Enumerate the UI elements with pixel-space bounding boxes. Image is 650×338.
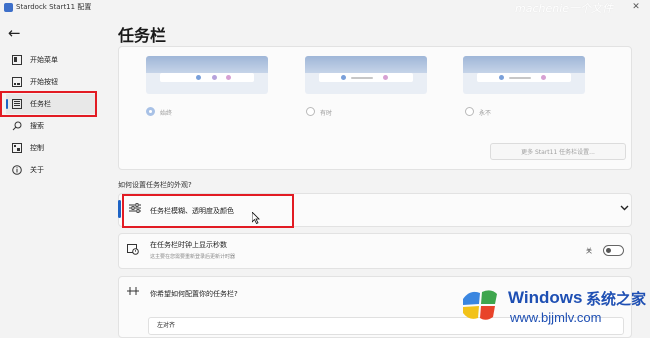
sidebar-item-search[interactable]: 搜索 [6, 116, 96, 136]
watermark-cn-text: 系统之家 [586, 290, 647, 308]
highlight-box-blur-row [122, 194, 294, 228]
radio-always[interactable] [146, 107, 155, 116]
radio-never[interactable] [465, 107, 474, 116]
watermark-windows-text: Windows [508, 288, 583, 307]
chevron-down-icon[interactable] [620, 204, 629, 214]
window-title: Stardock Start11 配置 [16, 3, 92, 11]
seconds-row [118, 233, 632, 269]
preview-sometimes[interactable] [305, 56, 427, 94]
sidebar-item-control[interactable]: 控制 [6, 138, 96, 158]
sidebar-item-start-menu[interactable]: 开始菜单 [6, 50, 96, 70]
close-button[interactable]: ✕ [622, 0, 650, 14]
watermark-text: machenie一个文件 [515, 2, 614, 15]
watermark-badge: Windows 系统之家 www.bjjmlv.com [452, 280, 650, 338]
sidebar-item-label: 搜索 [30, 122, 44, 130]
sidebar-item-label: 开始按钮 [30, 78, 58, 86]
clock-icon [126, 243, 140, 257]
row-accent-bar [118, 200, 121, 218]
configure-row-label: 你希望如何配置你的任务栏? [150, 290, 238, 298]
sidebar-item-label: 关于 [30, 166, 44, 174]
sidebar-item-about[interactable]: 关于 [6, 160, 96, 180]
radio-never-label: 永不 [479, 110, 492, 117]
sidebar-item-label: 开始菜单 [30, 56, 58, 64]
seconds-toggle[interactable] [603, 245, 624, 256]
back-button[interactable]: ← [8, 24, 28, 42]
watermark-url: www.bjjmlv.com [510, 310, 602, 325]
radio-sometimes-label: 有时 [320, 110, 333, 117]
page-title: 任务栏 [118, 26, 167, 45]
search-icon [11, 121, 22, 132]
app-icon [4, 3, 13, 12]
title-bar: Stardock Start11 配置 machenie一个文件 ✕ [0, 0, 650, 16]
preview-always[interactable] [146, 56, 268, 94]
control-icon [11, 143, 22, 154]
appearance-heading: 如何设置任务栏的外观? [118, 181, 192, 189]
windows-logo-icon [460, 285, 500, 325]
sidebar-item-start-button[interactable]: 开始按钮 [6, 72, 96, 92]
seconds-row-subtitle: 这主要在您需要重新登录后更新计时器 [150, 254, 236, 260]
sidebar-item-label: 控制 [30, 144, 44, 152]
seconds-row-label: 在任务栏时钟上显示秒数 [150, 241, 227, 249]
mouse-cursor-icon [251, 211, 260, 226]
highlight-box-sidebar [0, 91, 97, 117]
preview-never[interactable] [463, 56, 585, 94]
info-icon [11, 165, 22, 176]
radio-always-label: 始终 [160, 110, 173, 117]
seconds-toggle-label: 关 [586, 248, 593, 255]
start-button-icon [11, 77, 22, 88]
radio-sometimes[interactable] [306, 107, 315, 116]
start-menu-icon [11, 55, 22, 66]
taskbar-align-icon [126, 286, 140, 300]
more-taskbar-settings-button[interactable]: 更多 Start11 任务栏设置... [490, 143, 626, 160]
